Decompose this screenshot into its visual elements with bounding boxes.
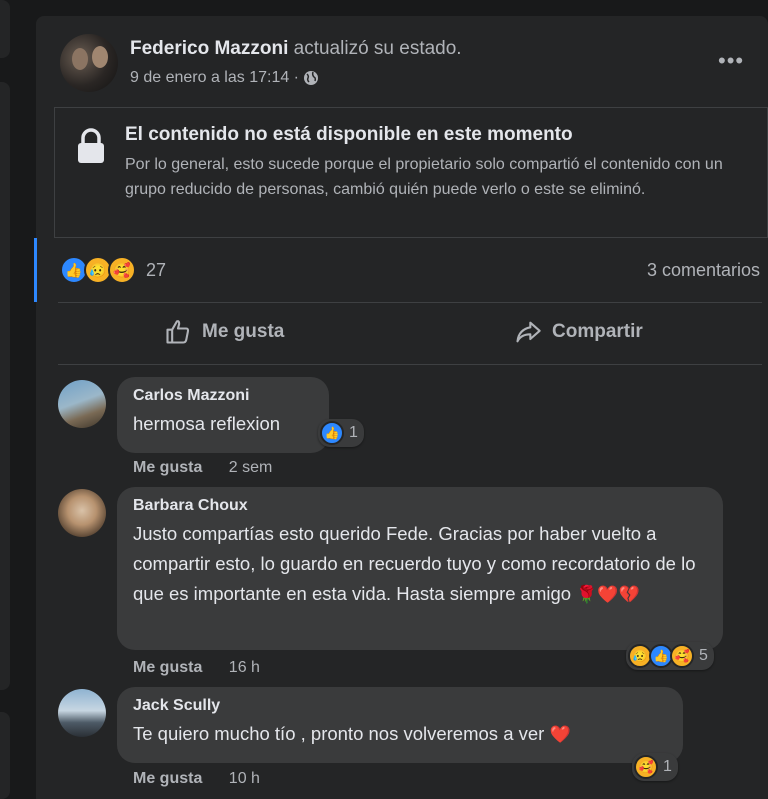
care-reaction-icon: 🥰: [108, 256, 136, 284]
comment-text-body: Te quiero mucho tío , pronto nos volvere…: [133, 723, 545, 744]
post-header: Federico Mazzoni actualizó su estado.: [130, 38, 462, 60]
divider: [58, 364, 762, 365]
author-name[interactable]: Federico Mazzoni: [130, 38, 288, 59]
comment-time[interactable]: 2 sem: [229, 459, 273, 476]
comment-reactions[interactable]: 🥰 1: [632, 753, 678, 781]
comment-avatar[interactable]: [58, 489, 106, 537]
comment-author[interactable]: Carlos Mazzoni: [133, 387, 313, 405]
rose-heart-emojis: 🌹❤️💔: [576, 585, 640, 604]
care-reaction-icon: 🥰: [670, 644, 694, 668]
reaction-count: 27: [146, 259, 167, 280]
divider: [58, 302, 762, 303]
comment-like-button[interactable]: Me gusta: [133, 459, 202, 476]
share-button[interactable]: Compartir: [514, 318, 643, 346]
comment-text: Te quiero mucho tío , pronto nos volvere…: [133, 719, 667, 750]
reactions-summary[interactable]: 👍 😥 🥰 27: [60, 256, 166, 284]
comment-like-button[interactable]: Me gusta: [133, 770, 202, 787]
comment-author[interactable]: Jack Scully: [133, 697, 667, 715]
like-button-label: Me gusta: [202, 321, 285, 342]
post-timestamp[interactable]: 9 de enero a las 17:14 ·: [130, 69, 299, 87]
more-options-button[interactable]: •••: [718, 48, 744, 74]
focus-indicator: [34, 238, 37, 302]
unavailable-description: Por lo general, esto sucede porque el pr…: [125, 156, 723, 198]
comment-like-button[interactable]: Me gusta: [133, 659, 202, 676]
lock-icon: [78, 128, 104, 163]
heart-emoji: ❤️: [549, 725, 571, 744]
comment-text: Justo compartías esto querido Fede. Grac…: [133, 519, 707, 610]
comment-avatar[interactable]: [58, 380, 106, 428]
comment-avatar[interactable]: [58, 689, 106, 737]
post-meta: 9 de enero a las 17:14 ·: [130, 69, 319, 87]
comment-time[interactable]: 10 h: [229, 770, 260, 787]
left-panel-edge: [0, 82, 10, 690]
left-panel-edge: [0, 0, 10, 58]
comment-bubble: Barbara Choux Justo compartías esto quer…: [117, 487, 723, 650]
care-reaction-icon: 🥰: [634, 755, 658, 779]
comment-reaction-count: 1: [349, 424, 358, 441]
like-reaction-icon: 👍: [320, 421, 344, 445]
comment-reaction-count: 5: [699, 647, 708, 664]
comment-actions: Me gusta 10 h: [133, 770, 260, 788]
comment-reaction-count: 1: [663, 758, 672, 775]
post-action-text: actualizó su estado.: [293, 38, 462, 59]
comment-actions: Me gusta 2 sem: [133, 459, 272, 477]
comment-author[interactable]: Barbara Choux: [133, 497, 707, 515]
share-arrow-icon: [516, 321, 541, 343]
globe-icon: [304, 71, 319, 85]
comment-reactions[interactable]: 👍 1: [318, 419, 364, 447]
like-button[interactable]: Me gusta: [164, 318, 284, 346]
comment-text: hermosa reflexion: [133, 413, 281, 434]
left-panel-edge: [0, 712, 10, 799]
unavailable-title: El contenido no está disponible en este …: [125, 124, 573, 145]
comments-count-link[interactable]: 3 comentarios: [647, 260, 760, 281]
comment-reactions[interactable]: 😥 👍 🥰 5: [626, 642, 714, 670]
comment-bubble: Carlos Mazzoni hermosa reflexion: [117, 377, 329, 453]
comment-time[interactable]: 16 h: [229, 659, 260, 676]
author-avatar[interactable]: [60, 34, 118, 92]
comment-actions: Me gusta 16 h: [133, 659, 260, 677]
comment-bubble: Jack Scully Te quiero mucho tío , pronto…: [117, 687, 683, 763]
share-button-label: Compartir: [552, 321, 643, 342]
thumbs-up-icon: [166, 320, 190, 344]
